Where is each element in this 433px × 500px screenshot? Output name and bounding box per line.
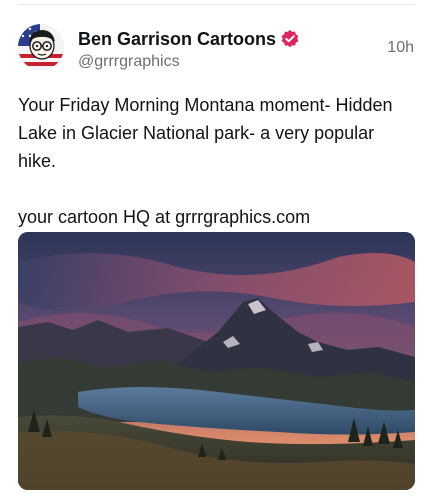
- post-header: Ben Garrison Cartoons @grrrgraphics: [78, 28, 368, 71]
- mountain-lake-photo: [18, 232, 415, 490]
- cartoon-avatar-icon: [18, 24, 64, 70]
- post-timestamp[interactable]: 10h: [387, 39, 414, 57]
- avatar[interactable]: [18, 24, 64, 70]
- top-divider: [18, 4, 415, 5]
- display-name[interactable]: Ben Garrison Cartoons: [78, 29, 276, 50]
- user-handle[interactable]: @grrrgraphics: [78, 53, 368, 71]
- post-text-paragraph: Your Friday Morning Montana moment- Hidd…: [18, 95, 393, 171]
- verified-badge-icon: [280, 29, 300, 49]
- post-text-paragraph-2: your cartoon HQ at grrrgraphics.com: [18, 207, 311, 227]
- post-text: Your Friday Morning Montana moment- Hidd…: [18, 91, 413, 231]
- name-row: Ben Garrison Cartoons: [78, 28, 368, 50]
- post-image[interactable]: [18, 232, 415, 490]
